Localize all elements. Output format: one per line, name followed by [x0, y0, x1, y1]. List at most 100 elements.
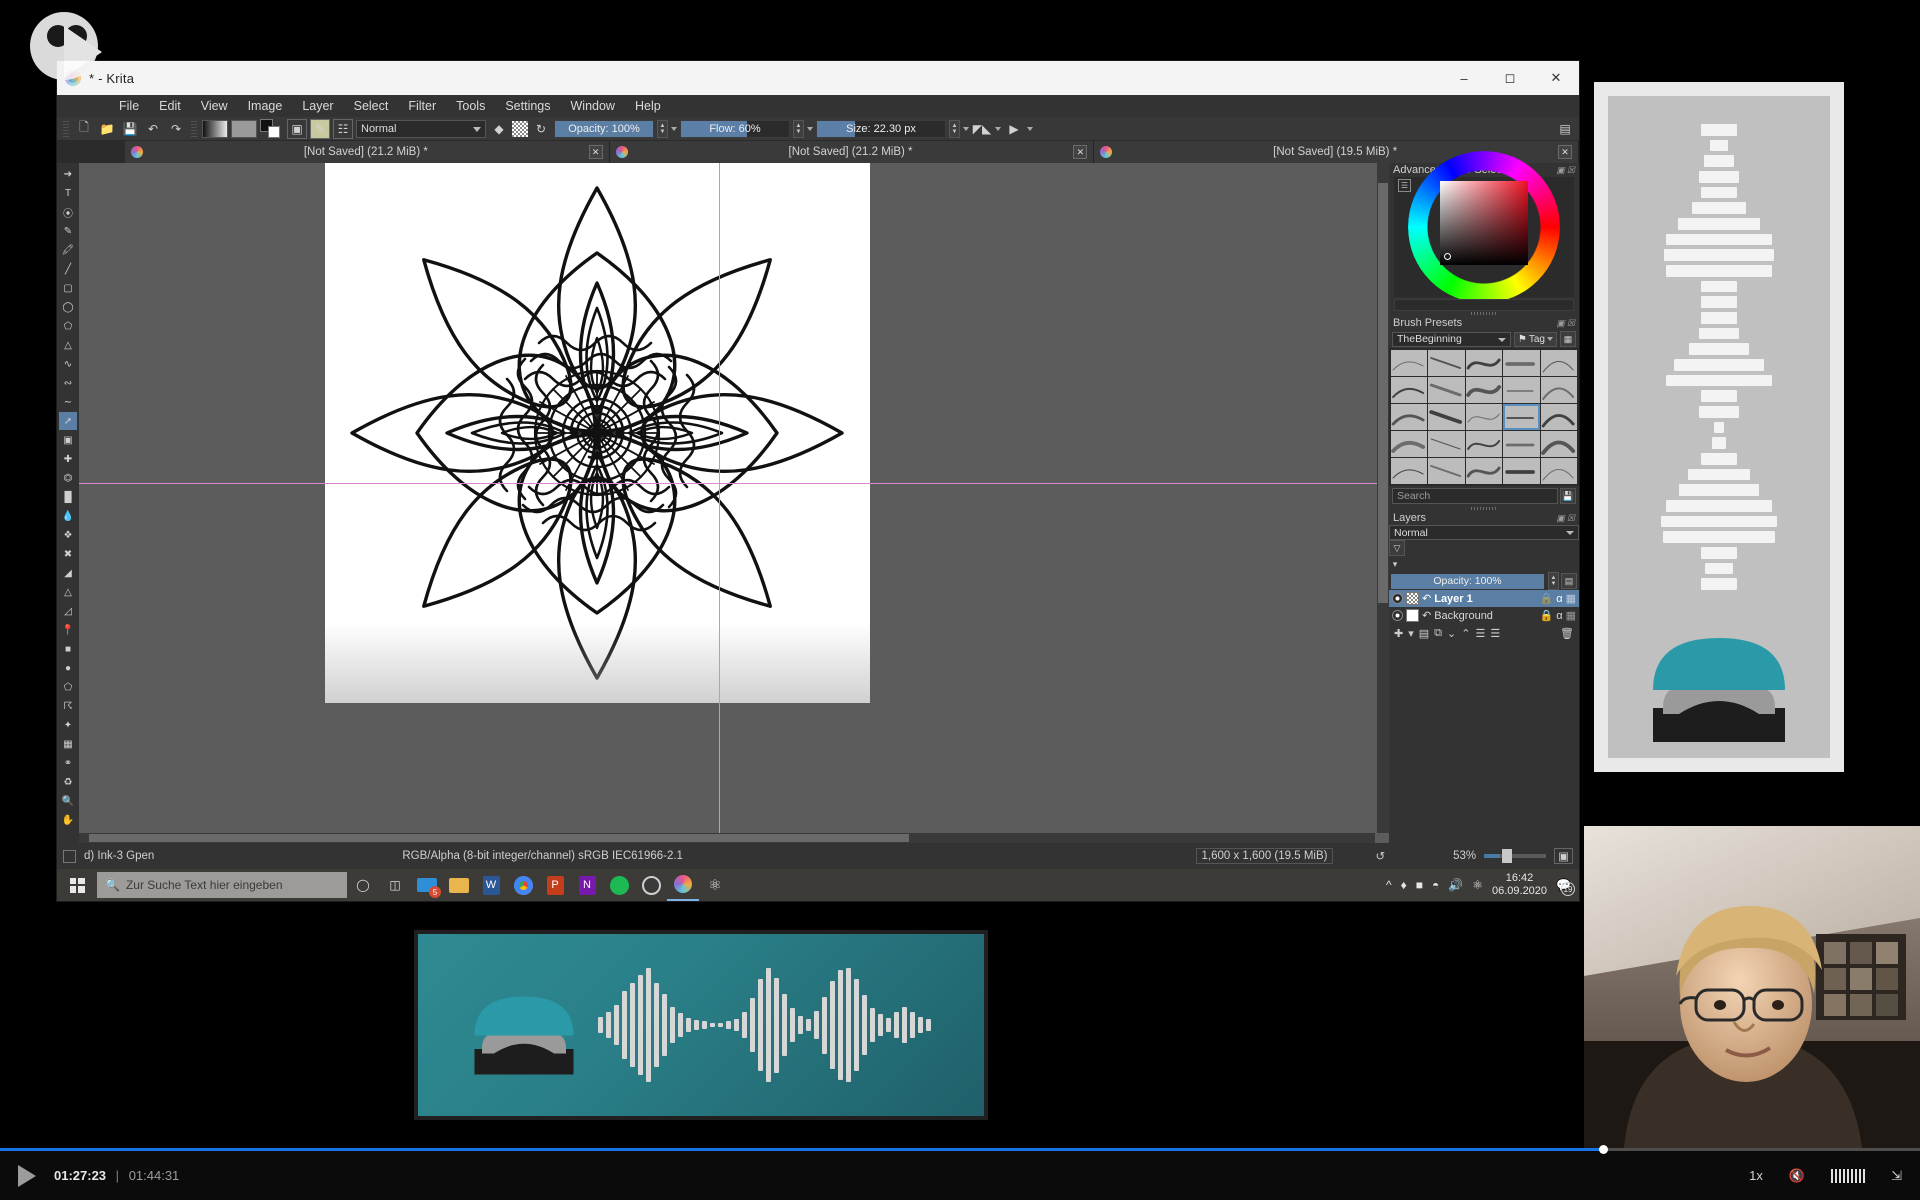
contiguous-selection-tool[interactable]: ✦: [59, 716, 77, 734]
move-layer-up-icon[interactable]: ⌃: [1461, 627, 1470, 640]
line-tool[interactable]: ╱: [59, 260, 77, 278]
bezier-selection-tool[interactable]: ⚭: [59, 754, 77, 772]
menu-select[interactable]: Select: [344, 97, 399, 115]
colorize-mask-tool[interactable]: ❖: [59, 526, 77, 544]
close-dock-icon[interactable]: ☒: [1567, 318, 1575, 329]
canvas-document[interactable]: [325, 163, 870, 703]
krita-icon[interactable]: [667, 869, 699, 901]
brush-preset-thumbnail[interactable]: [1391, 431, 1428, 457]
layer-properties-icon[interactable]: ▤: [1419, 627, 1429, 640]
saturation-value-square[interactable]: [1440, 181, 1528, 265]
freehand-path-tool[interactable]: ∾: [59, 374, 77, 392]
menu-tools[interactable]: Tools: [446, 97, 495, 115]
select-shapes-tool[interactable]: ➔: [59, 165, 77, 183]
minimize-button[interactable]: –: [1441, 61, 1487, 95]
blender-icon[interactable]: ⚛: [699, 869, 731, 901]
chevron-down-icon[interactable]: ▾: [1408, 627, 1414, 640]
float-dock-icon[interactable]: ▣: [1556, 318, 1565, 329]
taskbar-search-input[interactable]: 🔍 Zur Suche Text hier eingeben: [97, 872, 347, 898]
gradient-swatch[interactable]: [202, 119, 228, 138]
canvas-horizontal-scrollbar[interactable]: [79, 833, 1375, 843]
maximize-button[interactable]: ◻: [1487, 61, 1533, 95]
brush-preset-thumbnail[interactable]: [1428, 404, 1465, 430]
exit-fullscreen-icon[interactable]: ⇲: [1891, 1168, 1902, 1184]
layer-filter-icon[interactable]: ▽: [1389, 540, 1405, 556]
pan-tool[interactable]: ✋: [59, 811, 77, 829]
foreground-background-color[interactable]: [260, 118, 284, 139]
brush-preset-thumbnail[interactable]: [1540, 431, 1577, 457]
mirror-vertical-icon[interactable]: ▶: [1004, 119, 1024, 139]
size-options-icon[interactable]: [963, 126, 969, 131]
close-tab-icon[interactable]: ✕: [1558, 145, 1573, 159]
brush-preset-thumbnail[interactable]: [1428, 377, 1465, 403]
flow-stepper[interactable]: ▲ ▼: [793, 119, 804, 138]
spotify-icon[interactable]: [603, 869, 635, 901]
mirror-h-options-icon[interactable]: [995, 126, 1001, 131]
brush-preset-thumbnail[interactable]: [1465, 350, 1503, 376]
zoom-tool[interactable]: 🔍: [59, 792, 77, 810]
brush-preset-thumbnail[interactable]: [1503, 404, 1540, 430]
polyline-tool[interactable]: △: [59, 336, 77, 354]
brush-preset-thumbnail[interactable]: [1391, 377, 1428, 403]
brush-preset-thumbnail[interactable]: [1540, 458, 1577, 484]
layer-opacity-stepper[interactable]: ▲ ▼: [1548, 572, 1559, 590]
play-icon[interactable]: [18, 1164, 36, 1187]
pattern-swatch[interactable]: [231, 119, 257, 138]
brush-preset-thumbnail[interactable]: [1428, 431, 1465, 457]
layer-blend-mode-combo[interactable]: Normal: [1389, 525, 1579, 540]
brush-preset-thumbnail[interactable]: [1540, 350, 1577, 376]
assistant-tool[interactable]: 📍: [59, 621, 77, 639]
canvas-vertical-scrollbar[interactable]: [1377, 163, 1389, 833]
transform-tool[interactable]: ▣: [59, 431, 77, 449]
new-document-icon[interactable]: 🗋: [74, 119, 94, 139]
text-tool[interactable]: T: [59, 184, 77, 202]
brush-preset-thumbnail[interactable]: [1391, 404, 1428, 430]
layer-extra-icon[interactable]: ▦: [1566, 609, 1576, 622]
equalizer-icon[interactable]: [1831, 1168, 1866, 1183]
brush-preset-thumbnail[interactable]: [1503, 377, 1540, 403]
menu-settings[interactable]: Settings: [495, 97, 560, 115]
add-layer-icon[interactable]: ✚: [1394, 627, 1403, 640]
brush-editor-icon[interactable]: ✎: [310, 118, 330, 139]
save-icon[interactable]: 💾: [120, 119, 140, 139]
flow-options-icon[interactable]: [807, 126, 813, 131]
smart-patch-tool[interactable]: ✖: [59, 545, 77, 563]
close-dock-icon[interactable]: ☒: [1567, 165, 1575, 176]
move-tool[interactable]: ✚: [59, 450, 77, 468]
word-icon[interactable]: W: [475, 869, 507, 901]
gradient-edit-tool[interactable]: ◿: [59, 602, 77, 620]
menu-filter[interactable]: Filter: [398, 97, 446, 115]
bezier-curve-tool[interactable]: ∿: [59, 355, 77, 373]
multibrush-tool[interactable]: ∼: [59, 393, 77, 411]
menu-file[interactable]: File: [109, 97, 149, 115]
visibility-icon[interactable]: [1392, 610, 1403, 621]
brush-preset-thumbnail[interactable]: [1465, 377, 1503, 403]
color-wheel[interactable]: ☰: [1394, 151, 1574, 303]
brush-preset-thumbnail[interactable]: [1465, 431, 1503, 457]
dynamic-brush-tool[interactable]: ➚: [59, 412, 77, 430]
preset-bundle-combo[interactable]: TheBeginning: [1392, 331, 1511, 347]
menu-help[interactable]: Help: [625, 97, 671, 115]
lock-icon[interactable]: 🔒: [1540, 592, 1554, 605]
chevron-down-icon[interactable]: ▾: [1389, 556, 1401, 572]
open-document-icon[interactable]: 📁: [97, 119, 117, 139]
polygonal-selection-tool[interactable]: ⬠: [59, 678, 77, 696]
brush-preset-thumbnail[interactable]: [1540, 377, 1577, 403]
zoom-slider[interactable]: [1484, 849, 1547, 863]
size-stepper[interactable]: ▲ ▼: [949, 119, 960, 138]
visibility-icon[interactable]: [1392, 593, 1403, 604]
playback-speed-button[interactable]: 1x: [1749, 1168, 1763, 1183]
layer-properties-panel-icon[interactable]: ☰: [1475, 627, 1485, 640]
layer-extra-icon[interactable]: ▦: [1566, 592, 1576, 605]
float-dock-icon[interactable]: ▣: [1556, 513, 1565, 524]
volume-icon[interactable]: 🔊: [1448, 878, 1463, 892]
preserve-alpha-icon[interactable]: [512, 120, 528, 137]
similar-color-selection-tool[interactable]: ▦: [59, 735, 77, 753]
cortana-circle-icon[interactable]: ◯: [347, 869, 379, 901]
layer-row-1[interactable]: ↶ Layer 1 🔒 α ▦: [1389, 590, 1579, 607]
powerpoint-icon[interactable]: P: [539, 869, 571, 901]
ellipse-tool[interactable]: ◯: [59, 298, 77, 316]
close-tab-icon[interactable]: ✕: [1073, 145, 1088, 159]
show-hidden-icons-icon[interactable]: ^: [1386, 878, 1392, 892]
task-view-icon[interactable]: ◫: [379, 869, 411, 901]
